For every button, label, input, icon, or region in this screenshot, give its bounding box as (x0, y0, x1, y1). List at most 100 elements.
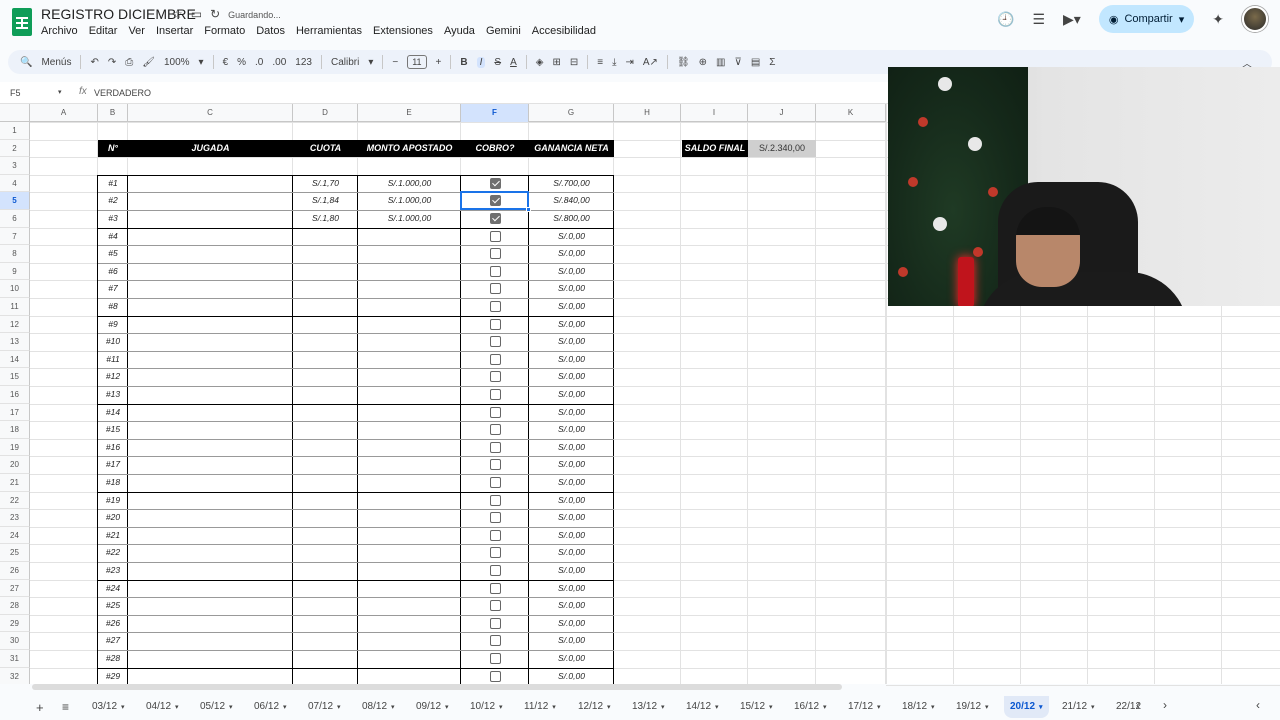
cell-cuota[interactable] (293, 368, 358, 386)
cell-n[interactable]: #28 (98, 650, 128, 668)
cell-ganancia[interactable]: S/.0,00 (529, 632, 614, 650)
cobro-checkbox[interactable] (489, 389, 501, 400)
cell-jugada[interactable] (128, 351, 293, 369)
filter-icon[interactable]: ⊽ (734, 57, 741, 68)
cell-cuota[interactable] (293, 668, 358, 684)
column-header-g[interactable]: G (529, 104, 614, 122)
cell-n[interactable]: #23 (98, 562, 128, 580)
cobro-checkbox[interactable] (489, 529, 501, 541)
cell-monto[interactable] (358, 456, 461, 474)
sheet-tab-11-12[interactable]: 11/12 ▾ (518, 696, 562, 718)
cell-jugada[interactable] (128, 650, 293, 668)
cell-ganancia[interactable]: S/.800,00 (529, 210, 614, 228)
cell-n[interactable]: #4 (98, 228, 128, 246)
cell-n[interactable]: #1 (98, 175, 128, 193)
comment-icon[interactable]: ⊕ (699, 57, 707, 68)
selected-cell[interactable] (460, 191, 529, 210)
cell-monto[interactable]: S/.1.000,00 (358, 210, 461, 228)
cell-jugada[interactable] (128, 668, 293, 684)
cell-ganancia[interactable]: S/.0,00 (529, 245, 614, 263)
sheets-logo-icon[interactable] (12, 8, 32, 36)
chevron-down-icon[interactable]: ▾ (1039, 704, 1043, 711)
cell-monto[interactable] (358, 527, 461, 545)
cell-n[interactable]: #14 (98, 404, 128, 422)
filter-views-icon[interactable]: ▤ (751, 57, 760, 68)
cell-ganancia[interactable]: S/.0,00 (529, 421, 614, 439)
font-select[interactable]: Calibri (331, 57, 359, 68)
share-button[interactable]: ◉ Compartir ▾ (1098, 5, 1195, 33)
cell-monto[interactable] (358, 597, 461, 615)
cell-jugada[interactable] (128, 280, 293, 298)
sheet-tab-07-12[interactable]: 07/12 ▾ (302, 696, 347, 718)
cell-monto[interactable] (358, 386, 461, 404)
cell-monto[interactable] (358, 245, 461, 263)
sheet-tab-09-12[interactable]: 09/12 ▾ (410, 696, 455, 718)
menu-item-editar[interactable]: Editar (89, 25, 118, 37)
cell-n[interactable]: #11 (98, 351, 128, 369)
sheet-tab-14-12[interactable]: 14/12 ▾ (680, 696, 725, 718)
chevron-down-icon[interactable]: ▾ (199, 57, 204, 68)
sheet-tab-10-12[interactable]: 10/12 ▾ (464, 696, 509, 718)
chevron-down-icon[interactable]: ▾ (283, 704, 287, 711)
sheet-tab-08-12[interactable]: 08/12 ▾ (356, 696, 401, 718)
link-icon[interactable]: ⛓ (677, 57, 690, 68)
text-color-icon[interactable]: A (510, 57, 517, 68)
cell-n[interactable]: #25 (98, 597, 128, 615)
cell-monto[interactable] (358, 650, 461, 668)
chevron-down-icon[interactable]: ▾ (877, 704, 881, 711)
cell-cuota[interactable] (293, 263, 358, 281)
cell-ganancia[interactable]: S/.700,00 (529, 175, 614, 193)
cell-ganancia[interactable]: S/.0,00 (529, 580, 614, 598)
column-header-e[interactable]: E (358, 104, 461, 122)
row-header[interactable]: 2 (0, 139, 30, 158)
cell-monto[interactable] (358, 404, 461, 422)
sheet-tab-05-12[interactable]: 05/12 ▾ (194, 696, 239, 718)
menu-item-ayuda[interactable]: Ayuda (444, 25, 475, 37)
row-header[interactable]: 18 (0, 421, 30, 439)
cell-cuota[interactable] (293, 597, 358, 615)
cell-cuota[interactable] (293, 632, 358, 650)
search-menus[interactable]: Menús (41, 57, 71, 68)
row-header[interactable]: 14 (0, 350, 30, 369)
gemini-icon[interactable]: ✦ (1212, 11, 1224, 28)
cell-n[interactable]: #3 (98, 210, 128, 228)
cell-ganancia[interactable]: S/.0,00 (529, 474, 614, 492)
cobro-checkbox[interactable] (489, 565, 501, 576)
font-size-decrease-icon[interactable]: − (392, 57, 398, 68)
cell-n[interactable]: #12 (98, 368, 128, 386)
cell-n[interactable]: #27 (98, 632, 128, 650)
move-folder-icon[interactable]: ▭ (191, 7, 202, 21)
column-header-k[interactable]: K (816, 104, 886, 122)
cobro-checkbox[interactable] (489, 512, 501, 524)
cell-cuota[interactable] (293, 439, 358, 457)
cell-jugada[interactable] (128, 439, 293, 457)
row-header[interactable]: 25 (0, 544, 30, 562)
cell-ganancia[interactable]: S/.0,00 (529, 316, 614, 334)
align-horizontal-icon[interactable]: ≡ (597, 57, 603, 68)
row-header[interactable]: 6 (0, 210, 30, 228)
print-icon[interactable]: ⎙ (125, 57, 133, 68)
cell-cuota[interactable] (293, 527, 358, 545)
cell-jugada[interactable] (128, 527, 293, 545)
cell-cuota[interactable] (293, 245, 358, 263)
italic-icon[interactable]: I (476, 56, 486, 68)
cell-jugada[interactable] (128, 404, 293, 422)
cobro-checkbox[interactable] (489, 653, 501, 664)
currency-button[interactable]: € (223, 57, 229, 68)
sheet-tab-17-12[interactable]: 17/12 ▾ (842, 696, 887, 718)
cobro-checkbox[interactable] (489, 336, 501, 348)
cell-ganancia[interactable]: S/.0,00 (529, 562, 614, 580)
cobro-checkbox[interactable] (489, 459, 501, 471)
row-header[interactable]: 17 (0, 403, 30, 422)
cell-jugada[interactable] (128, 316, 293, 334)
cell-n[interactable]: #24 (98, 580, 128, 598)
cell-ganancia[interactable]: S/.0,00 (529, 509, 614, 527)
cell-n[interactable]: #8 (98, 298, 128, 316)
search-icon[interactable]: 🔍 (20, 57, 32, 68)
cell-cuota[interactable] (293, 615, 358, 633)
all-sheets-icon[interactable]: ≡ (62, 700, 69, 714)
menu-item-formato[interactable]: Formato (204, 25, 245, 37)
add-sheet-icon[interactable]: + (36, 700, 44, 715)
cell-n[interactable]: #10 (98, 333, 128, 351)
cell-cuota[interactable] (293, 562, 358, 580)
